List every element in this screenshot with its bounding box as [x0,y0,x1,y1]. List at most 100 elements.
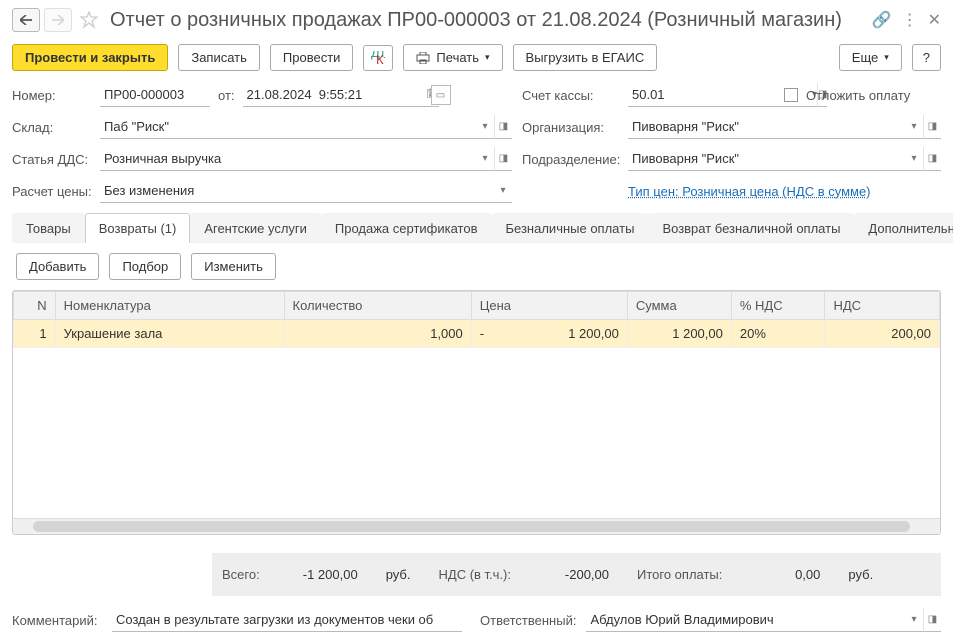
chevron-down-icon[interactable]: ▾ [476,147,494,171]
edit-button[interactable]: Изменить [191,253,276,280]
col-price[interactable]: Цена [471,292,627,320]
totals-bar: Всего: -1 200,00 руб. НДС (в т.ч.): -200… [212,553,941,596]
number-input[interactable] [100,83,210,107]
cell-sum: 1 200,00 [627,320,731,348]
cell-vat: 200,00 [825,320,940,348]
select-button[interactable]: Подбор [109,253,181,280]
fields-panel: Номер: от: 🗓 ▭ Счет кассы: ▾◨ Отложить о… [12,83,941,213]
link-icon[interactable]: 🔗 [872,10,892,30]
division-label: Подразделение: [522,152,620,167]
col-vatp[interactable]: % НДС [731,292,825,320]
chevron-down-icon[interactable]: ▾ [905,608,923,632]
org-input[interactable] [628,115,905,139]
org-label: Организация: [522,120,620,135]
col-qty[interactable]: Количество [284,292,471,320]
print-button[interactable]: Печать ▾ [403,44,502,71]
responsible-input[interactable] [586,608,905,632]
division-input[interactable] [628,147,905,171]
cell-price: - 1 200,00 [471,320,627,348]
open-icon[interactable]: ◨ [494,147,512,171]
cell-price-value: 1 200,00 [568,326,619,341]
comment-input[interactable] [112,608,462,632]
col-n[interactable]: N [14,292,56,320]
paid-label: Итого оплаты: [637,567,722,582]
cell-qty: 1,000 [284,320,471,348]
table-row[interactable]: 1 Украшение зала 1,000 -1 200,00 1 200,0… [14,320,940,348]
tab-goods[interactable]: Товары [12,213,85,243]
tab-returns[interactable]: Возвраты (1) [85,213,191,243]
star-icon[interactable] [80,11,98,29]
vat-label: НДС (в т.ч.): [439,567,512,582]
open-icon[interactable]: ◨ [494,115,512,139]
tab-cashless[interactable]: Безналичные оплаты [492,213,649,243]
footer: Комментарий: Ответственный: ▾◨ [12,608,941,632]
close-icon[interactable]: ✕ [928,10,941,30]
price-type-link[interactable]: Тип цен: Розничная цена (НДС в сумме) [628,184,871,199]
dds-input[interactable] [100,147,476,171]
more-label: Еще [852,50,878,65]
mode-icon[interactable]: ▭ [431,85,451,105]
warehouse-label: Склад: [12,120,92,135]
returns-grid[interactable]: N Номенклатура Количество Цена Сумма % Н… [13,291,940,348]
grid-empty-area[interactable] [13,348,940,518]
submit-button[interactable]: Провести [270,44,354,71]
date-input[interactable] [243,83,427,107]
number-label: Номер: [12,88,92,103]
dds-label: Статья ДДС: [12,152,92,167]
save-button[interactable]: Записать [178,44,260,71]
cell-price-prefix: - [480,326,484,341]
from-label: от: [218,88,235,103]
cell-n: 1 [14,320,56,348]
tab-extra[interactable]: Дополнительно [854,213,953,243]
scroll-thumb[interactable] [33,521,910,532]
postpone-checkbox[interactable] [784,88,798,102]
nav-back-button[interactable] [12,8,40,32]
add-button[interactable]: Добавить [16,253,99,280]
svg-text:Кт: Кт [376,52,385,65]
nav-forward-button[interactable] [44,8,72,32]
egais-button[interactable]: Выгрузить в ЕГАИС [513,44,658,71]
submit-close-button[interactable]: Провести и закрыть [12,44,168,71]
window-title: Отчет о розничных продажах ПР00-000003 о… [110,9,868,32]
postpone-label: Отложить оплату [806,88,910,103]
comment-label: Комментарий: [12,613,102,628]
chevron-down-icon: ▾ [485,52,490,63]
col-vat[interactable]: НДС [825,292,940,320]
grid-wrap: N Номенклатура Количество Цена Сумма % Н… [12,290,941,535]
warehouse-input[interactable] [100,115,476,139]
currency: руб. [386,567,411,582]
chevron-down-icon[interactable]: ▾ [476,115,494,139]
more-button[interactable]: Еще ▾ [839,44,902,71]
chevron-down-icon[interactable]: ▾ [905,115,923,139]
kebab-icon[interactable]: ⋮ [902,10,918,30]
help-button[interactable]: ? [912,44,941,71]
grid-toolbar: Добавить Подбор Изменить [12,243,941,290]
responsible-label: Ответственный: [480,613,576,628]
cell-vatp: 20% [731,320,825,348]
print-label: Печать [436,50,479,65]
open-icon[interactable]: ◨ [923,608,941,632]
vat-value: -200,00 [539,567,609,582]
total-value: -1 200,00 [288,567,358,582]
main-toolbar: Провести и закрыть Записать Провести ДтК… [12,40,941,83]
titlebar: Отчет о розничных продажах ПР00-000003 о… [12,4,941,40]
dtkt-button[interactable]: ДтКт [363,45,393,71]
paid-value: 0,00 [750,567,820,582]
open-icon[interactable]: ◨ [923,147,941,171]
chevron-down-icon[interactable]: ▾ [905,147,923,171]
total-label: Всего: [222,567,260,582]
chevron-down-icon[interactable]: ▾ [494,179,512,203]
h-scrollbar[interactable] [13,518,940,534]
tab-agent[interactable]: Агентские услуги [190,213,321,243]
open-icon[interactable]: ◨ [923,115,941,139]
col-nom[interactable]: Номенклатура [55,292,284,320]
pricecalc-input[interactable] [100,179,494,203]
tab-cert[interactable]: Продажа сертификатов [321,213,492,243]
printer-icon [416,52,430,64]
cash-label: Счет кассы: [522,88,620,103]
chevron-down-icon: ▾ [884,52,889,63]
tab-cashless-return[interactable]: Возврат безналичной оплаты [648,213,854,243]
col-sum[interactable]: Сумма [627,292,731,320]
pricecalc-label: Расчет цены: [12,184,92,199]
currency: руб. [848,567,873,582]
